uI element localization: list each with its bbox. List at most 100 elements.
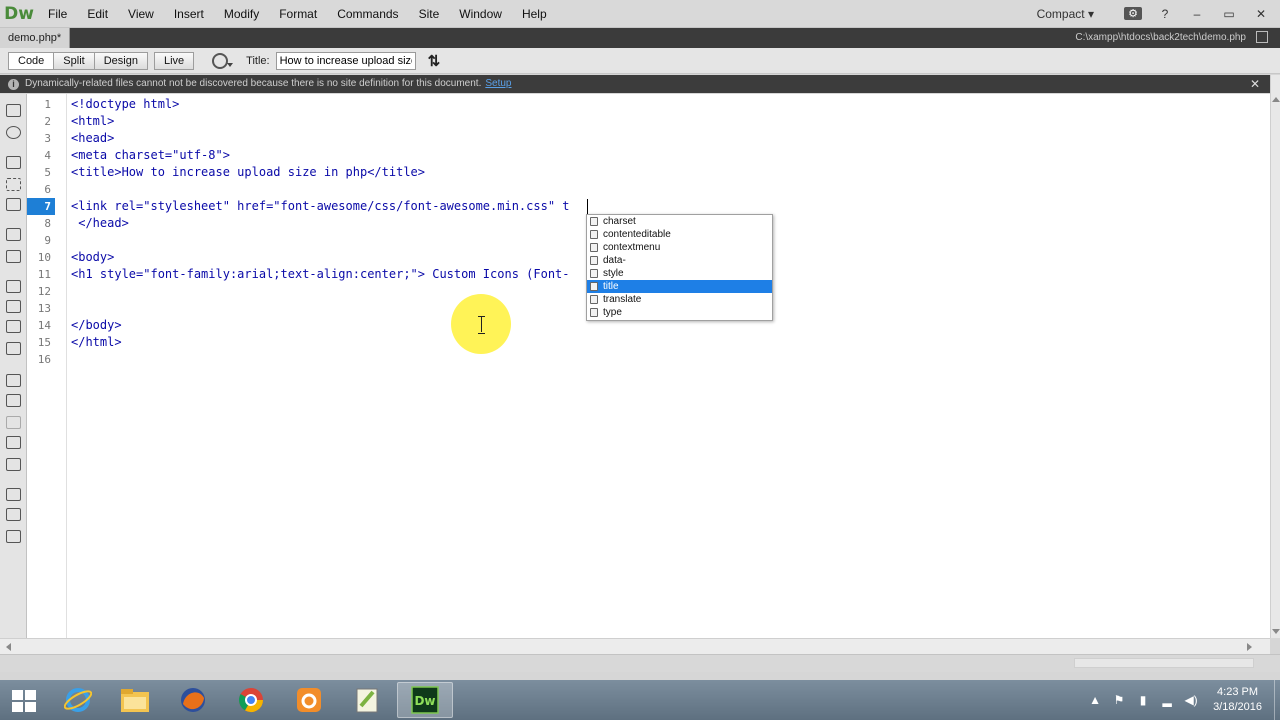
- line-numbers-icon[interactable]: [6, 280, 21, 293]
- gear-icon[interactable]: ⚙: [1124, 7, 1142, 20]
- recent-snippets-icon[interactable]: [6, 436, 21, 449]
- remove-comment-icon[interactable]: [6, 394, 21, 407]
- syntax-coloring-icon[interactable]: [6, 342, 21, 355]
- dreamweaver-taskbar-icon[interactable]: Dw: [397, 682, 453, 718]
- open-documents-icon[interactable]: [6, 104, 21, 117]
- code-line-active: <link rel="stylesheet" href="font-awesom…: [71, 199, 570, 213]
- code-hint-item[interactable]: contextmenu: [587, 241, 772, 254]
- network-icon[interactable]: ▂: [1160, 693, 1174, 707]
- code-line: <title>How to increase upload size in ph…: [71, 165, 426, 179]
- scroll-down-icon[interactable]: [1272, 629, 1280, 634]
- clock[interactable]: 4:23 PM 3/18/2016: [1213, 685, 1262, 715]
- code-hint-item-selected[interactable]: title: [587, 280, 772, 293]
- attribute-icon: [590, 308, 598, 317]
- menu-view[interactable]: View: [118, 0, 164, 28]
- menu-file[interactable]: File: [38, 0, 77, 28]
- code-view-button[interactable]: Code: [8, 51, 55, 70]
- menu-edit[interactable]: Edit: [77, 0, 118, 28]
- scroll-right-icon[interactable]: [1247, 643, 1252, 651]
- code-line: <!doctype html>: [71, 97, 180, 111]
- notepad-plus-plus-icon[interactable]: [339, 682, 395, 718]
- help-icon[interactable]: ?: [1156, 7, 1174, 21]
- collapse-selection-icon[interactable]: [6, 178, 21, 191]
- text-caret: [587, 199, 588, 214]
- info-icon: i: [8, 78, 19, 90]
- apply-comment-icon[interactable]: [6, 374, 21, 387]
- attribute-icon: [590, 269, 598, 278]
- menu-window[interactable]: Window: [449, 0, 512, 28]
- menu-insert[interactable]: Insert: [164, 0, 214, 28]
- file-explorer-icon[interactable]: [107, 682, 163, 718]
- chrome-icon[interactable]: [223, 682, 279, 718]
- minimize-button[interactable]: –: [1188, 7, 1206, 21]
- balance-braces-icon[interactable]: [6, 250, 21, 263]
- scroll-up-icon[interactable]: [1272, 97, 1280, 102]
- menu-format[interactable]: Format: [269, 0, 327, 28]
- ibeam-cursor-icon: [478, 316, 486, 334]
- title-input[interactable]: [275, 51, 416, 70]
- attribute-icon: [590, 256, 598, 265]
- highlight-invalid-code-icon[interactable]: [6, 300, 21, 313]
- code-hint-label: style: [603, 268, 624, 279]
- scroll-left-icon[interactable]: [6, 643, 11, 651]
- show-desktop-button[interactable]: [1274, 680, 1280, 720]
- split-view-button[interactable]: Split: [54, 51, 95, 70]
- system-tray: ▲ ⚑ ▮ ▂ ◀) 4:23 PM 3/18/2016: [1083, 680, 1280, 720]
- menu-commands[interactable]: Commands: [327, 0, 408, 28]
- close-button[interactable]: ✕: [1252, 7, 1270, 21]
- show-code-navigator-icon[interactable]: [6, 126, 21, 139]
- code-hint-item[interactable]: type: [587, 306, 772, 319]
- code-hint-item[interactable]: data-: [587, 254, 772, 267]
- volume-icon[interactable]: ◀): [1184, 693, 1198, 707]
- indent-code-icon[interactable]: [6, 488, 21, 501]
- firefox-icon[interactable]: [165, 682, 221, 718]
- file-management-icon[interactable]: ⇅: [428, 52, 441, 70]
- menu-help[interactable]: Help: [512, 0, 557, 28]
- coding-toolbar: [0, 94, 27, 648]
- start-button[interactable]: [12, 690, 38, 712]
- windows-logo-icon: [25, 690, 36, 700]
- attribute-icon: [590, 243, 598, 252]
- show-hidden-icons-icon[interactable]: ▲: [1088, 693, 1102, 707]
- code-hint-item[interactable]: translate: [587, 293, 772, 306]
- action-center-icon[interactable]: ⚑: [1112, 693, 1126, 707]
- code-hint-item[interactable]: contenteditable: [587, 228, 772, 241]
- code-hint-label: type: [603, 307, 622, 318]
- vertical-scrollbar[interactable]: [1270, 75, 1280, 638]
- outdent-code-icon[interactable]: [6, 508, 21, 521]
- code-line: </body>: [71, 318, 122, 332]
- wrap-tag-icon[interactable]: [6, 416, 21, 429]
- move-css-icon[interactable]: [6, 458, 21, 471]
- close-icon[interactable]: ✕: [1250, 75, 1260, 93]
- restore-doc-icon[interactable]: [1256, 31, 1268, 43]
- code-editor[interactable]: 1 2 3 4 5 6 7 8 9 10 11 12 13 14 15 16 <…: [27, 94, 1270, 638]
- internet-explorer-icon[interactable]: [50, 682, 106, 718]
- info-bar: i Dynamically-related files cannot not b…: [0, 75, 1270, 93]
- word-wrap-icon[interactable]: [6, 320, 21, 333]
- active-line-number: 7: [27, 198, 55, 215]
- windows-logo-icon: [12, 690, 23, 700]
- document-tab[interactable]: demo.php*: [0, 28, 71, 48]
- setup-link[interactable]: Setup: [485, 75, 511, 93]
- code-hint-item[interactable]: style: [587, 267, 772, 280]
- code-hint-item[interactable]: charset: [587, 215, 772, 228]
- expand-all-icon[interactable]: [6, 198, 21, 211]
- live-view-button[interactable]: Live: [153, 51, 195, 70]
- globe-icon[interactable]: [212, 52, 234, 69]
- horizontal-scrollbar[interactable]: [0, 638, 1270, 654]
- select-parent-tag-icon[interactable]: [6, 228, 21, 241]
- design-view-button[interactable]: Design: [94, 51, 148, 70]
- code-hint-label: contenteditable: [603, 229, 671, 240]
- workspace-switcher[interactable]: Compact ▾: [1037, 7, 1124, 21]
- uc-browser-icon[interactable]: [281, 682, 337, 718]
- restore-button[interactable]: ▭: [1220, 7, 1238, 21]
- collapse-full-tag-icon[interactable]: [6, 156, 21, 169]
- format-source-code-icon[interactable]: [6, 530, 21, 543]
- windows-logo-icon: [12, 702, 23, 712]
- menu-site[interactable]: Site: [409, 0, 450, 28]
- windows-taskbar: Dw ▲ ⚑ ▮ ▂ ◀) 4:23 PM 3/18/2016: [0, 680, 1280, 720]
- menu-modify[interactable]: Modify: [214, 0, 269, 28]
- code-hint-label: data-: [603, 255, 626, 266]
- line-number: 13: [37, 302, 51, 315]
- battery-icon[interactable]: ▮: [1136, 693, 1150, 707]
